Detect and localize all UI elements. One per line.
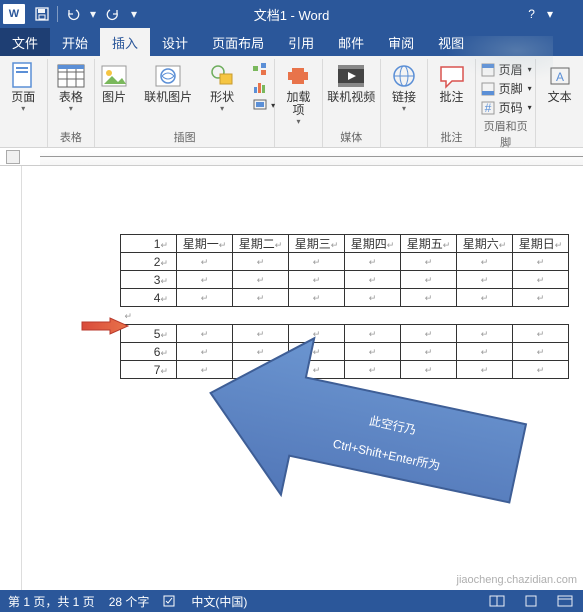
group-label-comments: 批注 — [441, 127, 463, 147]
tab-layout[interactable]: 页面布局 — [200, 28, 276, 56]
document-table[interactable]: 1↵ 星期一↵ 星期二↵ 星期三↵ 星期四↵ 星期五↵ 星期六↵ 星期日↵ 2↵… — [120, 234, 569, 379]
pictures-button[interactable]: 图片 — [94, 61, 134, 104]
group-label-illustrations: 插图 — [174, 127, 196, 147]
status-word-count[interactable]: 28 个字 — [109, 593, 150, 610]
shapes-button[interactable]: 形状 ▾ — [202, 61, 242, 113]
online-video-button[interactable]: 联机视频 — [325, 61, 377, 104]
ruler-corner[interactable] — [6, 150, 20, 164]
tab-review[interactable]: 审阅 — [376, 28, 426, 56]
tab-view[interactable]: 视图 — [426, 28, 476, 56]
view-web-layout[interactable] — [555, 593, 575, 609]
header-button[interactable]: 页眉▾ — [480, 61, 532, 78]
status-language[interactable]: 中文(中国) — [191, 593, 247, 610]
smartart-button[interactable] — [252, 61, 275, 77]
undo-dropdown[interactable]: ▾ — [88, 5, 98, 23]
tab-mailings[interactable]: 邮件 — [326, 28, 376, 56]
annotation-red-arrow — [80, 316, 130, 336]
tab-design[interactable]: 设计 — [150, 28, 200, 56]
redo-button[interactable] — [104, 5, 122, 23]
page-number-button[interactable]: #页码▾ — [480, 99, 532, 116]
view-read-mode[interactable] — [487, 593, 507, 609]
group-label-table: 表格 — [60, 127, 82, 147]
comment-button[interactable]: 批注 — [432, 61, 472, 104]
screenshot-button[interactable]: ▾ — [252, 97, 275, 113]
tab-insert[interactable]: 插入 — [100, 28, 150, 56]
group-label-media: 媒体 — [340, 127, 362, 147]
links-button[interactable]: 链接 ▾ — [384, 61, 424, 113]
vertical-ruler[interactable] — [0, 166, 22, 594]
status-bar: 第 1 页，共 1 页 28 个字 中文(中国) — [0, 590, 583, 612]
blank-line[interactable]: ↵ — [121, 307, 569, 325]
horizontal-ruler[interactable] — [0, 148, 583, 166]
table-cell[interactable]: 1↵ — [121, 235, 177, 253]
online-pictures-button[interactable]: 联机图片 — [142, 61, 194, 104]
status-spellcheck-icon[interactable] — [163, 594, 177, 608]
table-button[interactable]: 表格 ▾ — [51, 61, 91, 113]
page: 1↵ 星期一↵ 星期二↵ 星期三↵ 星期四↵ 星期五↵ 星期六↵ 星期日↵ 2↵… — [40, 176, 573, 584]
svg-text:此空行乃: 此空行乃 — [368, 414, 418, 438]
ribbon-display-options[interactable]: ▾ — [547, 7, 553, 21]
chart-button[interactable] — [252, 79, 275, 95]
svg-text:A: A — [556, 70, 564, 84]
addins-button[interactable]: 加载 项 ▾ — [278, 61, 318, 126]
undo-button[interactable] — [64, 5, 82, 23]
table-header[interactable]: 星期一↵ — [177, 235, 233, 253]
pages-button[interactable]: 页面 ▾ — [3, 61, 43, 113]
ribbon: 页面 ▾ 表格 ▾ 表格 图片 联机图片 — [0, 56, 583, 148]
group-label-headerfooter: 页眉和页脚 — [482, 116, 530, 152]
svg-text:#: # — [484, 101, 491, 115]
svg-text:Ctrl+Shift+Enter所为: Ctrl+Shift+Enter所为 — [332, 437, 442, 473]
tab-references[interactable]: 引用 — [276, 28, 326, 56]
save-button[interactable] — [33, 5, 51, 23]
textbox-button[interactable]: A 文本 — [540, 61, 580, 104]
status-page[interactable]: 第 1 页，共 1 页 — [8, 593, 95, 610]
table-header[interactable]: 星期六↵ — [457, 235, 513, 253]
table-header[interactable]: 星期三↵ — [289, 235, 345, 253]
help-button[interactable]: ? — [528, 7, 535, 21]
ribbon-tabs: 文件 开始 插入 设计 页面布局 引用 邮件 审阅 视图 — [0, 28, 583, 56]
table-header[interactable]: 星期日↵ — [513, 235, 569, 253]
tab-home[interactable]: 开始 — [50, 28, 100, 56]
qat-customize[interactable]: ▾ — [128, 5, 140, 23]
document-area[interactable]: 1↵ 星期一↵ 星期二↵ 星期三↵ 星期四↵ 星期五↵ 星期六↵ 星期日↵ 2↵… — [0, 166, 583, 594]
tab-file[interactable]: 文件 — [0, 28, 50, 56]
table-header[interactable]: 星期四↵ — [345, 235, 401, 253]
table-header[interactable]: 星期五↵ — [401, 235, 457, 253]
word-app-icon: W — [3, 4, 25, 24]
view-print-layout[interactable] — [521, 593, 541, 609]
table-header[interactable]: 星期二↵ — [233, 235, 289, 253]
footer-button[interactable]: 页脚▾ — [480, 80, 532, 97]
